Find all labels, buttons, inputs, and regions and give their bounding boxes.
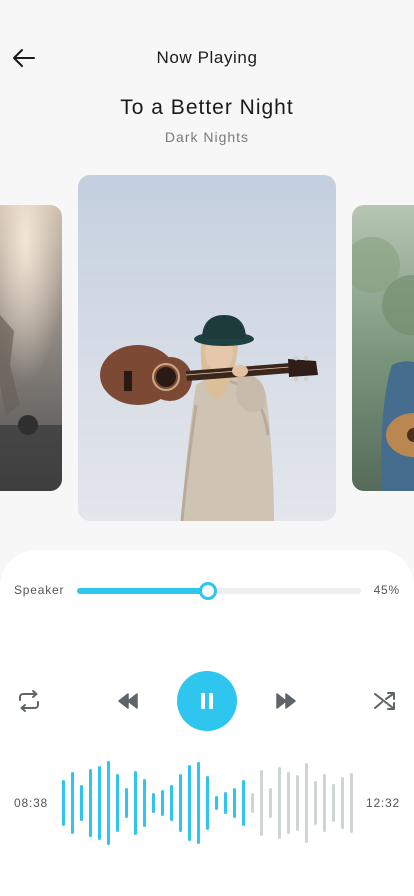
header: Now Playing — [0, 0, 414, 100]
waveform-bar — [152, 793, 155, 813]
volume-fill — [77, 588, 208, 594]
waveform-bar — [107, 761, 110, 845]
waveform-bar — [305, 763, 308, 843]
waveform-scrubber[interactable] — [60, 758, 360, 848]
waveform-bar — [278, 767, 281, 839]
waveform-bar — [287, 772, 290, 834]
volume-knob[interactable] — [199, 582, 217, 600]
waveform-bar — [269, 788, 272, 818]
waveform-bar — [197, 762, 200, 844]
volume-label: Speaker — [14, 583, 65, 597]
current-cover[interactable] — [78, 175, 336, 521]
fast-forward-button[interactable] — [271, 686, 301, 716]
waveform-bar — [161, 790, 164, 816]
waveform-bar — [296, 775, 299, 831]
volume-value: 45% — [373, 583, 400, 597]
waveform-bar — [170, 785, 173, 821]
rewind-icon — [118, 693, 138, 709]
guitar-woman-image — [78, 175, 336, 521]
waveform-bar — [233, 788, 236, 818]
song-title: To a Better Night — [120, 96, 294, 119]
song-artist: Dark Nights — [164, 129, 250, 145]
waveform-bar — [188, 765, 191, 841]
waveform-bar — [215, 796, 218, 810]
waveform-bar — [71, 772, 74, 834]
page-title: Now Playing — [156, 48, 258, 67]
waveform-bar — [89, 769, 92, 837]
elapsed-time: 08:38 — [14, 796, 49, 810]
volume-slider[interactable] — [77, 582, 361, 600]
waveform-bar — [260, 770, 263, 836]
fast-forward-icon — [276, 693, 296, 709]
shuffle-icon — [374, 692, 395, 710]
waveform-bar — [224, 792, 227, 814]
waveform-bar — [80, 785, 83, 821]
rewind-button[interactable] — [113, 686, 143, 716]
waveform-bar — [332, 784, 335, 822]
shuffle-button[interactable] — [370, 686, 400, 716]
waveform-bar — [206, 776, 209, 830]
outdoor-guitar-image — [352, 205, 414, 491]
previous-cover[interactable] — [0, 205, 62, 491]
repeat-button[interactable] — [14, 686, 44, 716]
waveform-bar — [143, 779, 146, 827]
pause-icon — [201, 693, 213, 709]
waveform-bar — [98, 766, 101, 840]
waveform-bar — [134, 771, 137, 835]
waveform-bar — [242, 780, 245, 826]
waveform-bar — [251, 793, 254, 813]
repeat-icon — [19, 690, 39, 712]
waveform-bar — [179, 774, 182, 832]
waveform-bar — [350, 773, 353, 833]
waveform-bar — [62, 780, 65, 826]
pause-button[interactable] — [177, 671, 237, 731]
waveform-bar — [125, 788, 128, 818]
next-cover[interactable] — [352, 205, 414, 491]
waveform-bar — [341, 777, 344, 829]
total-time: 12:32 — [365, 796, 400, 810]
concert-image — [0, 205, 62, 491]
waveform-bar — [323, 774, 326, 832]
waveform-bar — [116, 774, 119, 832]
waveform-bar — [314, 781, 317, 825]
